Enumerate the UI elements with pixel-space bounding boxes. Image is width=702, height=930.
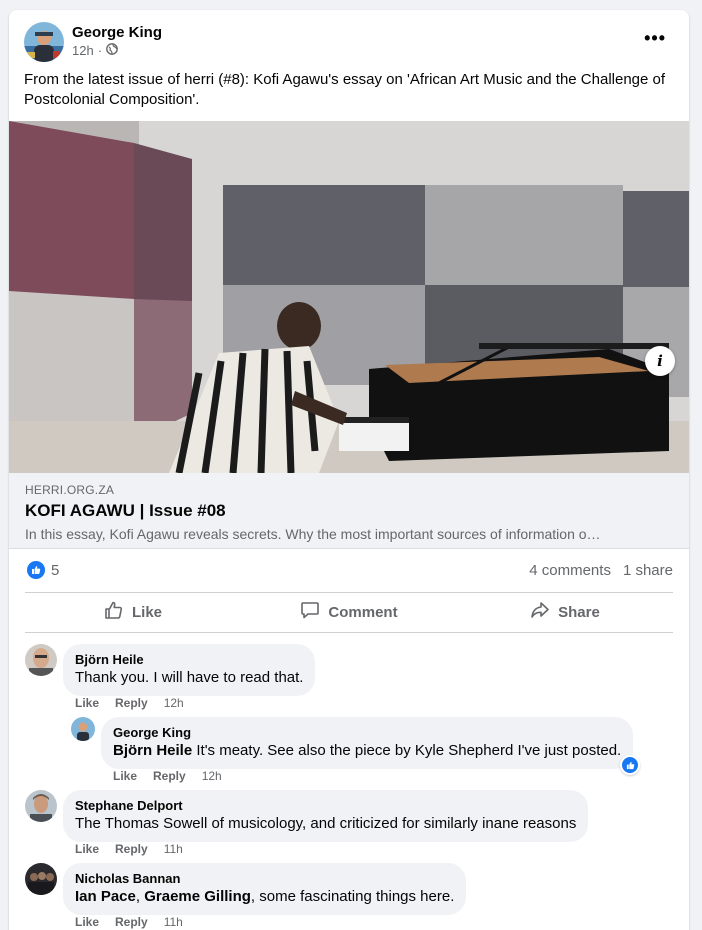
link-domain: HERRI.ORG.ZA <box>25 483 115 497</box>
commenter-name[interactable]: Stephane Delport <box>75 798 576 814</box>
info-icon: i <box>657 352 663 370</box>
stats-right: 4 comments 1 share <box>529 562 673 579</box>
shares-count[interactable]: 1 share <box>623 562 673 579</box>
comment-time[interactable]: 11h <box>164 915 183 929</box>
comment-actions: Like Reply 11h <box>75 842 183 856</box>
comment-text: Ian Pace, Graeme Gilling, some fascinati… <box>75 887 454 907</box>
author-name[interactable]: George King <box>72 24 162 41</box>
comment-bubble: George King Björn Heile It's meaty. See … <box>101 717 634 769</box>
comment-like-button[interactable]: Like <box>75 842 99 856</box>
meta-separator: · <box>97 43 103 58</box>
comment-bubble: Stephane Delport The Thomas Sowell of mu… <box>63 790 589 842</box>
comment-item: Nicholas Bannan Ian Pace, Graeme Gilling… <box>25 863 665 930</box>
mention-link[interactable]: Björn Heile <box>113 742 192 759</box>
divider <box>25 632 673 633</box>
comment-reply-button[interactable]: Reply <box>115 842 148 856</box>
thumbs-up-icon <box>104 600 124 624</box>
photo-info-button[interactable]: i <box>645 346 675 376</box>
comment-icon <box>300 600 320 624</box>
comment-like-button[interactable]: Like <box>75 915 99 929</box>
post-time[interactable]: 12h <box>72 43 94 58</box>
reply-item: George King Björn Heile It's meaty. See … <box>71 717 671 787</box>
comment-like-button[interactable]: Like <box>113 769 137 783</box>
post-meta: 12h · <box>72 43 118 58</box>
commenter-name[interactable]: Björn Heile <box>75 652 303 668</box>
comment-reply-button[interactable]: Reply <box>115 696 148 710</box>
comment-actions: Like Reply 12h <box>75 696 184 710</box>
comment-button[interactable]: Comment <box>241 594 457 630</box>
comment-bubble: Björn Heile Thank you. I will have to re… <box>63 644 316 696</box>
more-options-button[interactable]: ••• <box>644 28 666 49</box>
globe-icon <box>106 43 118 58</box>
link-title: KOFI AGAWU | Issue #08 <box>25 501 226 520</box>
share-icon <box>530 600 550 624</box>
comments-count[interactable]: 4 comments <box>529 562 611 579</box>
divider <box>25 592 673 593</box>
share-button[interactable]: Share <box>457 594 673 630</box>
commenter-avatar[interactable] <box>25 644 57 676</box>
like-reaction-icon[interactable] <box>27 561 45 579</box>
comment-label: Comment <box>328 603 398 621</box>
commenter-name[interactable]: George King <box>113 725 621 741</box>
comment-like-button[interactable]: Like <box>75 696 99 710</box>
comment-actions: Like Reply 11h <box>75 915 183 929</box>
comment-body: It's meaty. See also the piece by Kyle S… <box>192 742 622 759</box>
like-label: Like <box>131 603 162 621</box>
post-actions: Like Comment Share <box>25 594 673 630</box>
link-description: In this essay, Kofi Agawu reveals secret… <box>25 526 601 542</box>
commenter-avatar[interactable] <box>71 717 95 741</box>
comment-like-reaction-icon[interactable] <box>620 755 640 775</box>
comment-time[interactable]: 11h <box>164 842 183 856</box>
commenter-name[interactable]: Nicholas Bannan <box>75 871 454 887</box>
like-button[interactable]: Like <box>25 594 241 630</box>
comment-actions: Like Reply 12h <box>113 769 222 783</box>
post-text: From the latest issue of herri (#8): Kof… <box>24 71 666 108</box>
comment-time[interactable]: 12h <box>202 769 222 783</box>
like-count[interactable]: 5 <box>51 562 59 579</box>
more-horizontal-icon: ••• <box>644 28 666 48</box>
mention-link[interactable]: Ian Pace <box>75 888 136 905</box>
comment-reply-button[interactable]: Reply <box>115 915 148 929</box>
comment-time[interactable]: 12h <box>164 696 184 710</box>
post-photo[interactable] <box>9 121 689 473</box>
comment-reply-button[interactable]: Reply <box>153 769 186 783</box>
comment-bubble: Nicholas Bannan Ian Pace, Graeme Gilling… <box>63 863 467 915</box>
mention-link[interactable]: Graeme Gilling <box>144 888 251 905</box>
comment-item: Björn Heile Thank you. I will have to re… <box>25 644 665 714</box>
comment-item: Stephane Delport The Thomas Sowell of mu… <box>25 790 665 860</box>
post-card: George King 12h · ••• From the latest is… <box>9 10 689 930</box>
comment-text: The Thomas Sowell of musicology, and cri… <box>75 815 577 832</box>
post-stats: 5 4 comments 1 share <box>25 559 673 583</box>
comment-text: Björn Heile It's meaty. See also the pie… <box>113 741 621 761</box>
commenter-avatar[interactable] <box>25 863 57 895</box>
comment-text: Thank you. I will have to read that. <box>75 669 304 686</box>
commenter-avatar[interactable] <box>25 790 57 822</box>
author-avatar[interactable] <box>24 22 64 62</box>
share-label: Share <box>558 603 600 621</box>
mention-separator: , <box>135 888 145 905</box>
comment-body: , some fascinating things here. <box>250 888 455 905</box>
post-header: George King 12h · ••• <box>24 22 674 62</box>
link-preview[interactable]: HERRI.ORG.ZA KOFI AGAWU | Issue #08 In t… <box>9 473 689 549</box>
